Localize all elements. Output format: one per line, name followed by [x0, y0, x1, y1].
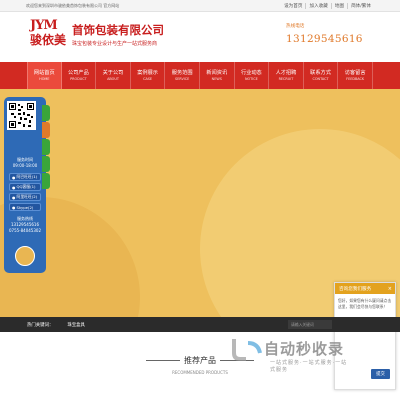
nav-service[interactable]: 服务范围 SERVICE — [165, 62, 200, 89]
logo-latin: JYM — [30, 18, 58, 33]
watermark-logo-icon — [232, 339, 262, 361]
float-tab[interactable] — [42, 105, 50, 121]
add-favorite-link[interactable]: 加入收藏 — [305, 2, 330, 9]
chat-button-label: 阿巴旺旺(1) — [16, 174, 38, 179]
chat-button-3[interactable]: ● 阿里旺旺(2) — [9, 193, 41, 201]
nav-label: 行业动态 — [240, 69, 262, 76]
nav-case[interactable]: 案例展示 CASE — [131, 62, 166, 89]
nav-label: 新闻资讯 — [206, 69, 228, 76]
nav-label: 访客留言 — [344, 69, 366, 76]
nav-recruit[interactable]: 人才招聘 RECRUIT — [269, 62, 304, 89]
watermark-subtext: 一站式服务·一站式服务·一站式服务 — [270, 360, 348, 373]
service-time-label: 服务时间 — [17, 157, 33, 162]
company-name: 首饰包装有限公司 — [72, 23, 164, 37]
nav-sublabel: PRODUCT — [70, 76, 87, 81]
nav-sublabel: NOTICE — [244, 76, 258, 81]
nav-label: 案例展示 — [137, 69, 158, 76]
nav-sublabel: ABOUT — [107, 76, 119, 81]
nav-notice[interactable]: 行业动态 NOTICE — [235, 62, 270, 89]
chat-button-4[interactable]: ● Skype(2) — [9, 203, 41, 211]
close-icon[interactable]: × — [388, 286, 392, 292]
nav-product[interactable]: 公司产品 PRODUCT — [62, 62, 97, 89]
float-tab[interactable] — [42, 139, 50, 155]
divider — [146, 360, 180, 361]
float-decoration-icon — [15, 246, 35, 266]
nav-feedback[interactable]: 访客留言 FEEDBACK — [338, 62, 373, 89]
nav-sublabel: FEEDBACK — [346, 76, 365, 81]
header: JYM 骏依美 首饰包装有限公司 珠宝包装专业设计与生产一站式服务商 热线电话 … — [0, 12, 400, 60]
chat-button-label: 阿里旺旺(2) — [16, 194, 38, 199]
nav-label: 公司产品 — [68, 69, 89, 76]
set-homepage-link[interactable]: 设为首页 — [281, 3, 305, 9]
nav-news[interactable]: 新闻资讯 NEWS — [200, 62, 235, 89]
search-input[interactable]: 请输入关键词 — [288, 320, 332, 329]
nav-label: 关于公司 — [102, 69, 124, 76]
company-slogan: 珠宝包装专业设计与生产一站式服务商 — [72, 41, 158, 47]
phone-number-1: 13129545616 — [11, 222, 39, 227]
nav-sublabel: CASE — [143, 76, 153, 81]
language-toggle-link[interactable]: 简体/繁体 — [347, 2, 374, 9]
chat-button-1[interactable]: ● 阿巴旺旺(1) — [9, 173, 41, 181]
nav-sublabel: RECRUIT — [278, 76, 294, 81]
hotline-label: 热线电话 — [286, 24, 305, 29]
service-time: 09:00-18:00 — [12, 163, 38, 168]
qr-code — [7, 101, 36, 130]
nav-sublabel: NEWS — [211, 76, 222, 81]
hot-keywords-bar: 热门关键词： 珠宝盒具 请输入关键词 — [0, 317, 400, 332]
hot-keyword-link[interactable]: 珠宝盒具 — [67, 322, 85, 328]
sitemap-link[interactable]: 地图 — [330, 2, 347, 9]
phone-number-2: 0755-84045302 — [9, 228, 41, 233]
chat-button-label: Skype(2) — [16, 204, 34, 210]
chat-title: 咨询您我们服务 — [339, 286, 372, 292]
nav-contact[interactable]: 联系方式 CONTACT — [304, 62, 339, 89]
hotline: 热线电话 13129545616 — [286, 23, 363, 45]
watermark: 自动秒收录 一站式服务·一站式服务·一站式服务 — [230, 335, 350, 373]
floating-service-panel: 服务时间 09:00-18:00 ● 阿巴旺旺(1) ● QQ客服(1) ● 阿… — [4, 97, 50, 273]
nav-about[interactable]: 关于公司 ABOUT — [96, 62, 131, 89]
nav-sublabel: CONTACT — [312, 76, 329, 81]
nav-label: 服务范围 — [171, 69, 193, 76]
nav-label: 人才招聘 — [275, 69, 297, 76]
nav-sublabel: SERVICE — [175, 76, 190, 81]
chat-header: 咨询您我们服务 × — [335, 283, 395, 294]
chat-button-label: QQ客服(1) — [16, 184, 36, 189]
nav-home[interactable]: 网站首页 HOME — [27, 62, 62, 89]
top-links: 设为首页 加入收藏 地图 简体/繁体 — [281, 2, 374, 9]
nav-label: 联系方式 — [310, 69, 331, 76]
chat-button-2[interactable]: ● QQ客服(1) — [9, 183, 41, 191]
phone-label: 服务热线 — [17, 216, 33, 221]
section-title-text: 推荐产品 — [184, 356, 216, 365]
float-tab[interactable] — [42, 122, 50, 138]
company-block: 首饰包装有限公司 珠宝包装专业设计与生产一站式服务商 — [72, 23, 164, 47]
page: 欢迎您来到深圳市骏依美首饰包装有限公司 官方网站 设为首页 加入收藏 地图 简体… — [0, 0, 400, 400]
float-tab[interactable] — [42, 173, 50, 189]
nav-sublabel: HOME — [39, 76, 50, 81]
nav-label: 网站首页 — [33, 69, 55, 76]
hot-keywords-label: 热门关键词： — [27, 322, 54, 328]
chat-message: 您好，如果您有什么疑问请点击这里，我们会尽快与您联系！ — [338, 298, 392, 309]
logo-cn: 骏依美 — [30, 33, 67, 47]
top-bar: 欢迎您来到深圳市骏依美首饰包装有限公司 官方网站 设为首页 加入收藏 地图 简体… — [0, 0, 400, 12]
main-nav: 网站首页 HOME 公司产品 PRODUCT 关于公司 ABOUT 案例展示 C… — [0, 62, 400, 89]
watermark-text: 自动秒收录 — [264, 340, 345, 358]
logo[interactable]: JYM 骏依美 — [30, 19, 70, 55]
float-tab-strip — [42, 105, 50, 189]
hotline-number: 13129545616 — [286, 33, 363, 45]
welcome-text: 欢迎您来到深圳市骏依美首饰包装有限公司 官方网站 — [26, 2, 120, 8]
qr-code-icon — [9, 103, 34, 128]
